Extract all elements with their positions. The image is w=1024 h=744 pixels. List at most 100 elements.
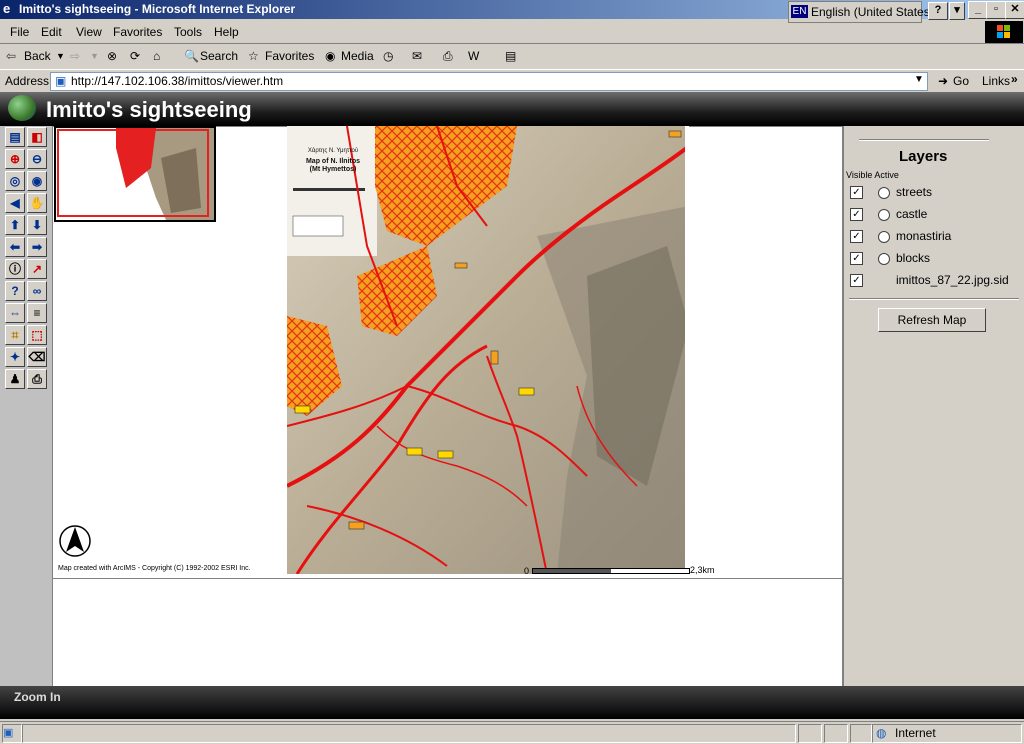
scale-start: 0 <box>524 566 530 576</box>
layers-title: Layers <box>899 148 948 165</box>
pan-west-icon[interactable]: ⬅ <box>5 237 25 257</box>
menu-edit[interactable]: Edit <box>41 25 62 39</box>
pan-north-icon[interactable]: ⬆ <box>5 215 25 235</box>
buffer-icon[interactable]: ✦ <box>5 347 25 367</box>
layer-row-castle: ✓ castle <box>850 206 1024 224</box>
edit-icon[interactable]: W <box>468 49 479 63</box>
layer-name: castle <box>896 207 928 221</box>
back-dropdown-icon[interactable]: ▼ <box>56 51 65 61</box>
stop-icon[interactable]: ⊗ <box>107 49 117 63</box>
favorites-icon[interactable]: ☆ <box>248 49 259 63</box>
address-url: http://147.102.106.38/imittos/viewer.htm <box>71 74 284 88</box>
layer-active-radio[interactable] <box>878 253 890 265</box>
layer-visible-checkbox[interactable]: ✓ <box>850 208 863 221</box>
back-icon[interactable]: ⇦ <box>6 49 16 63</box>
language-bar[interactable]: EN English (United States) <box>788 1 934 23</box>
address-bar: Address ▣ http://147.102.106.38/imittos/… <box>0 69 1024 92</box>
layer-active-radio[interactable] <box>878 231 890 243</box>
forward-icon[interactable]: ⇨ <box>70 49 80 63</box>
forward-dropdown-icon[interactable]: ▼ <box>90 51 99 61</box>
select-rectangle-icon[interactable]: ⌗ <box>5 325 25 345</box>
toggle-legend-icon[interactable]: ▤ <box>5 127 25 147</box>
pan-east-icon[interactable]: ➡ <box>27 237 47 257</box>
zoom-active-layer-icon[interactable]: ◉ <box>27 171 47 191</box>
menu-view[interactable]: View <box>76 25 102 39</box>
pan-south-icon[interactable]: ⬇ <box>27 215 47 235</box>
overview-map[interactable] <box>54 126 216 222</box>
page-status-icon: ▣ <box>2 724 22 743</box>
hyperlink-icon[interactable]: ↗ <box>27 259 47 279</box>
menu-tools[interactable]: Tools <box>174 25 202 39</box>
layer-name: imittos_87_22.jpg.sid <box>896 273 1009 287</box>
go-button[interactable]: Go <box>953 74 969 88</box>
search-icon[interactable]: 🔍 <box>184 49 199 63</box>
menu-help[interactable]: Help <box>214 25 239 39</box>
minimize-button[interactable]: _ <box>968 1 988 19</box>
mail-icon[interactable]: ✉ <box>412 49 422 63</box>
layer-active-radio[interactable] <box>878 187 890 199</box>
title-bar: e Imitto's sightseeing - Microsoft Inter… <box>0 0 1024 23</box>
chevron-right-icon[interactable]: » <box>1011 72 1018 86</box>
search-button[interactable]: Search <box>200 49 238 63</box>
back-button[interactable]: Back <box>24 49 51 63</box>
tool-palette: ▤ ◧ ⊕ ⊖ ◎ ◉ ◀ ✋ ⬆ ⬇ ⬅ ➡ ⓘ ↗ ? ∞ ⇔ ≡ ⌗ ⬚ … <box>0 126 53 686</box>
address-input[interactable]: ▣ http://147.102.106.38/imittos/viewer.h… <box>50 72 928 91</box>
favorites-button[interactable]: Favorites <box>265 49 314 63</box>
menu-file[interactable]: File <box>10 25 29 39</box>
refresh-map-button[interactable]: Refresh Map <box>878 308 986 332</box>
layer-name: monastiria <box>896 229 952 243</box>
zoom-in-icon[interactable]: ⊕ <box>5 149 25 169</box>
zoom-full-icon[interactable]: ◎ <box>5 171 25 191</box>
measure-icon[interactable]: ⇔ <box>5 303 25 323</box>
layer-row-blocks: ✓ blocks <box>850 250 1024 268</box>
identify-icon[interactable]: ⓘ <box>5 259 25 279</box>
window-title: Imitto's sightseeing - Microsoft Interne… <box>19 2 296 16</box>
zoom-last-icon[interactable]: ◀ <box>5 193 25 213</box>
layer-active-radio[interactable] <box>878 209 890 221</box>
chevron-down-icon[interactable]: ▾ <box>949 2 965 20</box>
menu-favorites[interactable]: Favorites <box>113 25 162 39</box>
north-arrow-icon <box>58 524 92 561</box>
select-by-shape-icon[interactable]: ♟ <box>5 369 25 389</box>
layer-panel: Layers Visible Active ✓ streets ✓ castle… <box>843 126 1024 686</box>
clear-selection-icon[interactable]: ⌫ <box>27 347 47 367</box>
home-icon[interactable]: ⌂ <box>153 49 160 63</box>
layer-visible-checkbox[interactable]: ✓ <box>850 274 863 287</box>
divider <box>849 298 1019 300</box>
toggle-overview-icon[interactable]: ◧ <box>27 127 47 147</box>
layer-visible-checkbox[interactable]: ✓ <box>850 186 863 199</box>
map-sheet-subtitle: (Mt Hymettos) <box>309 166 357 173</box>
media-button[interactable]: Media <box>341 49 374 63</box>
status-panel <box>824 724 848 743</box>
go-icon[interactable]: ➜ <box>938 74 948 88</box>
internet-globe-icon: ◍ <box>876 726 887 740</box>
history-icon[interactable]: ◷ <box>383 49 393 63</box>
address-dropdown-icon[interactable]: ▼ <box>914 74 924 85</box>
help-icon[interactable]: ? <box>928 2 948 20</box>
query-icon[interactable]: ? <box>5 281 25 301</box>
app-title: Imitto's sightseeing <box>46 97 252 122</box>
map-sheet-header: Χάρτης Ν. Υμηττού <box>307 148 359 154</box>
discuss-icon[interactable]: ▤ <box>505 49 516 63</box>
pan-hand-icon[interactable]: ✋ <box>27 193 47 213</box>
map-credit: Map created with ArcIMS - Copyright (C) … <box>58 565 251 572</box>
main-map[interactable]: Χάρτης Ν. Υμηττού Map of N. Ilnitos (Mt … <box>287 126 689 574</box>
select-line-icon[interactable]: ⬚ <box>27 325 47 345</box>
print-icon[interactable]: ⎙ <box>443 49 453 64</box>
close-button[interactable]: ✕ <box>1005 1 1024 19</box>
refresh-icon[interactable]: ⟳ <box>130 49 140 63</box>
set-units-icon[interactable]: ≡ <box>27 303 47 323</box>
layer-name: streets <box>896 185 933 199</box>
language-code: EN <box>791 5 808 18</box>
print-map-icon[interactable]: ⎙ <box>27 369 47 389</box>
layer-row-streets: ✓ streets <box>850 184 1024 202</box>
links-button[interactable]: Links <box>982 74 1010 88</box>
layer-visible-checkbox[interactable]: ✓ <box>850 230 863 243</box>
zoom-out-icon[interactable]: ⊖ <box>27 149 47 169</box>
find-binoculars-icon[interactable]: ∞ <box>27 281 47 301</box>
address-label: Address <box>5 74 50 88</box>
layer-visible-checkbox[interactable]: ✓ <box>850 252 863 265</box>
media-icon[interactable]: ◉ <box>325 49 335 63</box>
mode-footer: Zoom In <box>0 686 1024 719</box>
maximize-button[interactable]: ▫ <box>986 1 1006 19</box>
